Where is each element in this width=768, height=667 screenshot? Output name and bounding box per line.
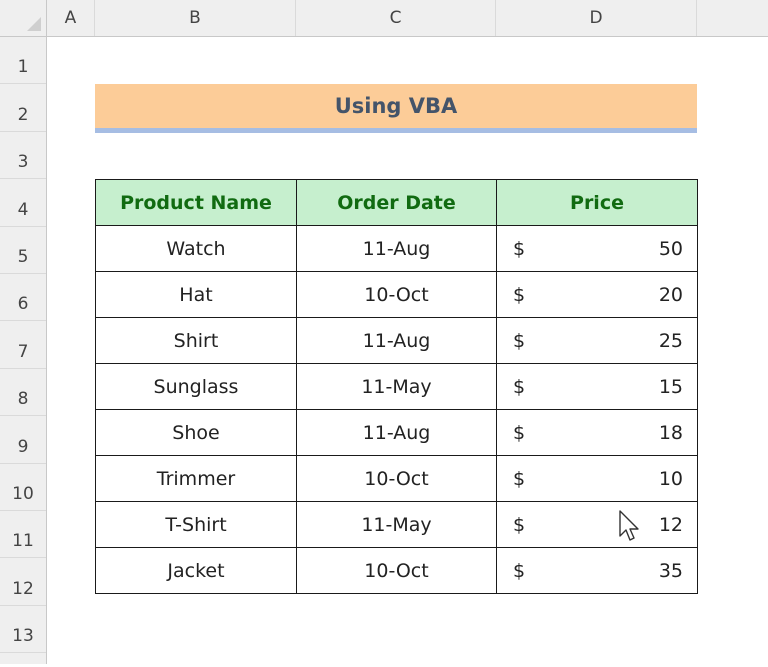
row-header-2[interactable]: 2 bbox=[0, 84, 46, 132]
column-header-bar: A B C D bbox=[47, 0, 768, 37]
row-header-bar: 1 2 3 4 5 6 7 8 9 10 11 12 13 bbox=[0, 37, 47, 664]
price-value-wrapper: $35 bbox=[497, 560, 697, 582]
cell-order-date[interactable]: 10-Oct bbox=[296, 271, 497, 318]
price-amount: 10 bbox=[658, 467, 683, 490]
cell-order-date[interactable]: 11-May bbox=[296, 501, 497, 548]
price-amount: 25 bbox=[658, 329, 683, 352]
cell-price[interactable]: $50 bbox=[496, 225, 698, 272]
column-header-e[interactable] bbox=[697, 0, 768, 36]
row-header-6[interactable]: 6 bbox=[0, 274, 46, 321]
table-row: Jacket 10-Oct $35 bbox=[95, 547, 698, 594]
currency-symbol: $ bbox=[513, 421, 526, 444]
currency-symbol: $ bbox=[513, 513, 526, 536]
cell-product-name[interactable]: Shirt bbox=[95, 317, 297, 364]
cell-product-name[interactable]: Hat bbox=[95, 271, 297, 318]
column-header-c[interactable]: C bbox=[296, 0, 496, 36]
cell-order-date[interactable]: 10-Oct bbox=[296, 455, 497, 502]
cell-order-date[interactable]: 11-Aug bbox=[296, 317, 497, 364]
currency-symbol: $ bbox=[513, 375, 526, 398]
cell-order-date[interactable]: 10-Oct bbox=[296, 547, 497, 594]
cell-product-name[interactable]: T-Shirt bbox=[95, 501, 297, 548]
row-header-9[interactable]: 9 bbox=[0, 416, 46, 464]
table-row: Trimmer 10-Oct $10 bbox=[95, 455, 698, 502]
product-table: Product Name Order Date Price Watch 11-Au… bbox=[95, 179, 698, 594]
price-value-wrapper: $50 bbox=[497, 238, 697, 260]
table-row: Watch 11-Aug $50 bbox=[95, 225, 698, 272]
select-all-corner[interactable] bbox=[0, 0, 47, 37]
cell-price[interactable]: $10 bbox=[496, 455, 698, 502]
row-header-7[interactable]: 7 bbox=[0, 321, 46, 369]
price-amount: 35 bbox=[658, 559, 683, 582]
cell-order-date[interactable]: 11-May bbox=[296, 363, 497, 410]
table-row: Shoe 11-Aug $18 bbox=[95, 409, 698, 456]
price-value-wrapper: $25 bbox=[497, 330, 697, 352]
column-header-a[interactable]: A bbox=[47, 0, 95, 36]
price-amount: 50 bbox=[658, 237, 683, 260]
row-header-10[interactable]: 10 bbox=[0, 464, 46, 511]
cell-order-date[interactable]: 11-Aug bbox=[296, 409, 497, 456]
cell-price[interactable]: $35 bbox=[496, 547, 698, 594]
table-row: Sunglass 11-May $15 bbox=[95, 363, 698, 410]
price-amount: 20 bbox=[658, 283, 683, 306]
cell-price[interactable]: $12 bbox=[496, 501, 698, 548]
select-all-triangle-icon bbox=[27, 17, 41, 31]
currency-symbol: $ bbox=[513, 559, 526, 582]
header-price[interactable]: Price bbox=[496, 179, 698, 226]
table-header-row: Product Name Order Date Price bbox=[95, 179, 698, 226]
cell-product-name[interactable]: Sunglass bbox=[95, 363, 297, 410]
row-header-4[interactable]: 4 bbox=[0, 179, 46, 227]
header-product-name[interactable]: Product Name bbox=[95, 179, 297, 226]
cell-price[interactable]: $20 bbox=[496, 271, 698, 318]
mouse-pointer-icon bbox=[619, 510, 639, 541]
price-value-wrapper: $12 bbox=[497, 514, 697, 536]
row-header-13[interactable]: 13 bbox=[0, 606, 46, 653]
cell-product-name[interactable]: Jacket bbox=[95, 547, 297, 594]
row-header-3[interactable]: 3 bbox=[0, 132, 46, 179]
column-header-b[interactable]: B bbox=[95, 0, 296, 36]
cell-order-date[interactable]: 11-Aug bbox=[296, 225, 497, 272]
row-header-1[interactable]: 1 bbox=[0, 37, 46, 84]
header-order-date[interactable]: Order Date bbox=[296, 179, 497, 226]
price-value-wrapper: $10 bbox=[497, 468, 697, 490]
cell-price[interactable]: $25 bbox=[496, 317, 698, 364]
currency-symbol: $ bbox=[513, 237, 526, 260]
cell-price[interactable]: $15 bbox=[496, 363, 698, 410]
banner-title: Using VBA bbox=[95, 84, 697, 133]
price-value-wrapper: $18 bbox=[497, 422, 697, 444]
cell-price[interactable]: $18 bbox=[496, 409, 698, 456]
table-row: Hat 10-Oct $20 bbox=[95, 271, 698, 318]
price-amount: 12 bbox=[658, 513, 683, 536]
row-header-5[interactable]: 5 bbox=[0, 227, 46, 274]
cell-product-name[interactable]: Shoe bbox=[95, 409, 297, 456]
cell-product-name[interactable]: Watch bbox=[95, 225, 297, 272]
currency-symbol: $ bbox=[513, 283, 526, 306]
column-header-d[interactable]: D bbox=[496, 0, 697, 36]
price-value-wrapper: $20 bbox=[497, 284, 697, 306]
price-value-wrapper: $15 bbox=[497, 376, 697, 398]
currency-symbol: $ bbox=[513, 467, 526, 490]
table-row: Shirt 11-Aug $25 bbox=[95, 317, 698, 364]
currency-symbol: $ bbox=[513, 329, 526, 352]
row-header-8[interactable]: 8 bbox=[0, 369, 46, 416]
table-row: T-Shirt 11-May $12 bbox=[95, 501, 698, 548]
row-header-11[interactable]: 11 bbox=[0, 511, 46, 558]
price-amount: 18 bbox=[658, 421, 683, 444]
cell-product-name[interactable]: Trimmer bbox=[95, 455, 297, 502]
row-header-12[interactable]: 12 bbox=[0, 558, 46, 606]
price-amount: 15 bbox=[658, 375, 683, 398]
